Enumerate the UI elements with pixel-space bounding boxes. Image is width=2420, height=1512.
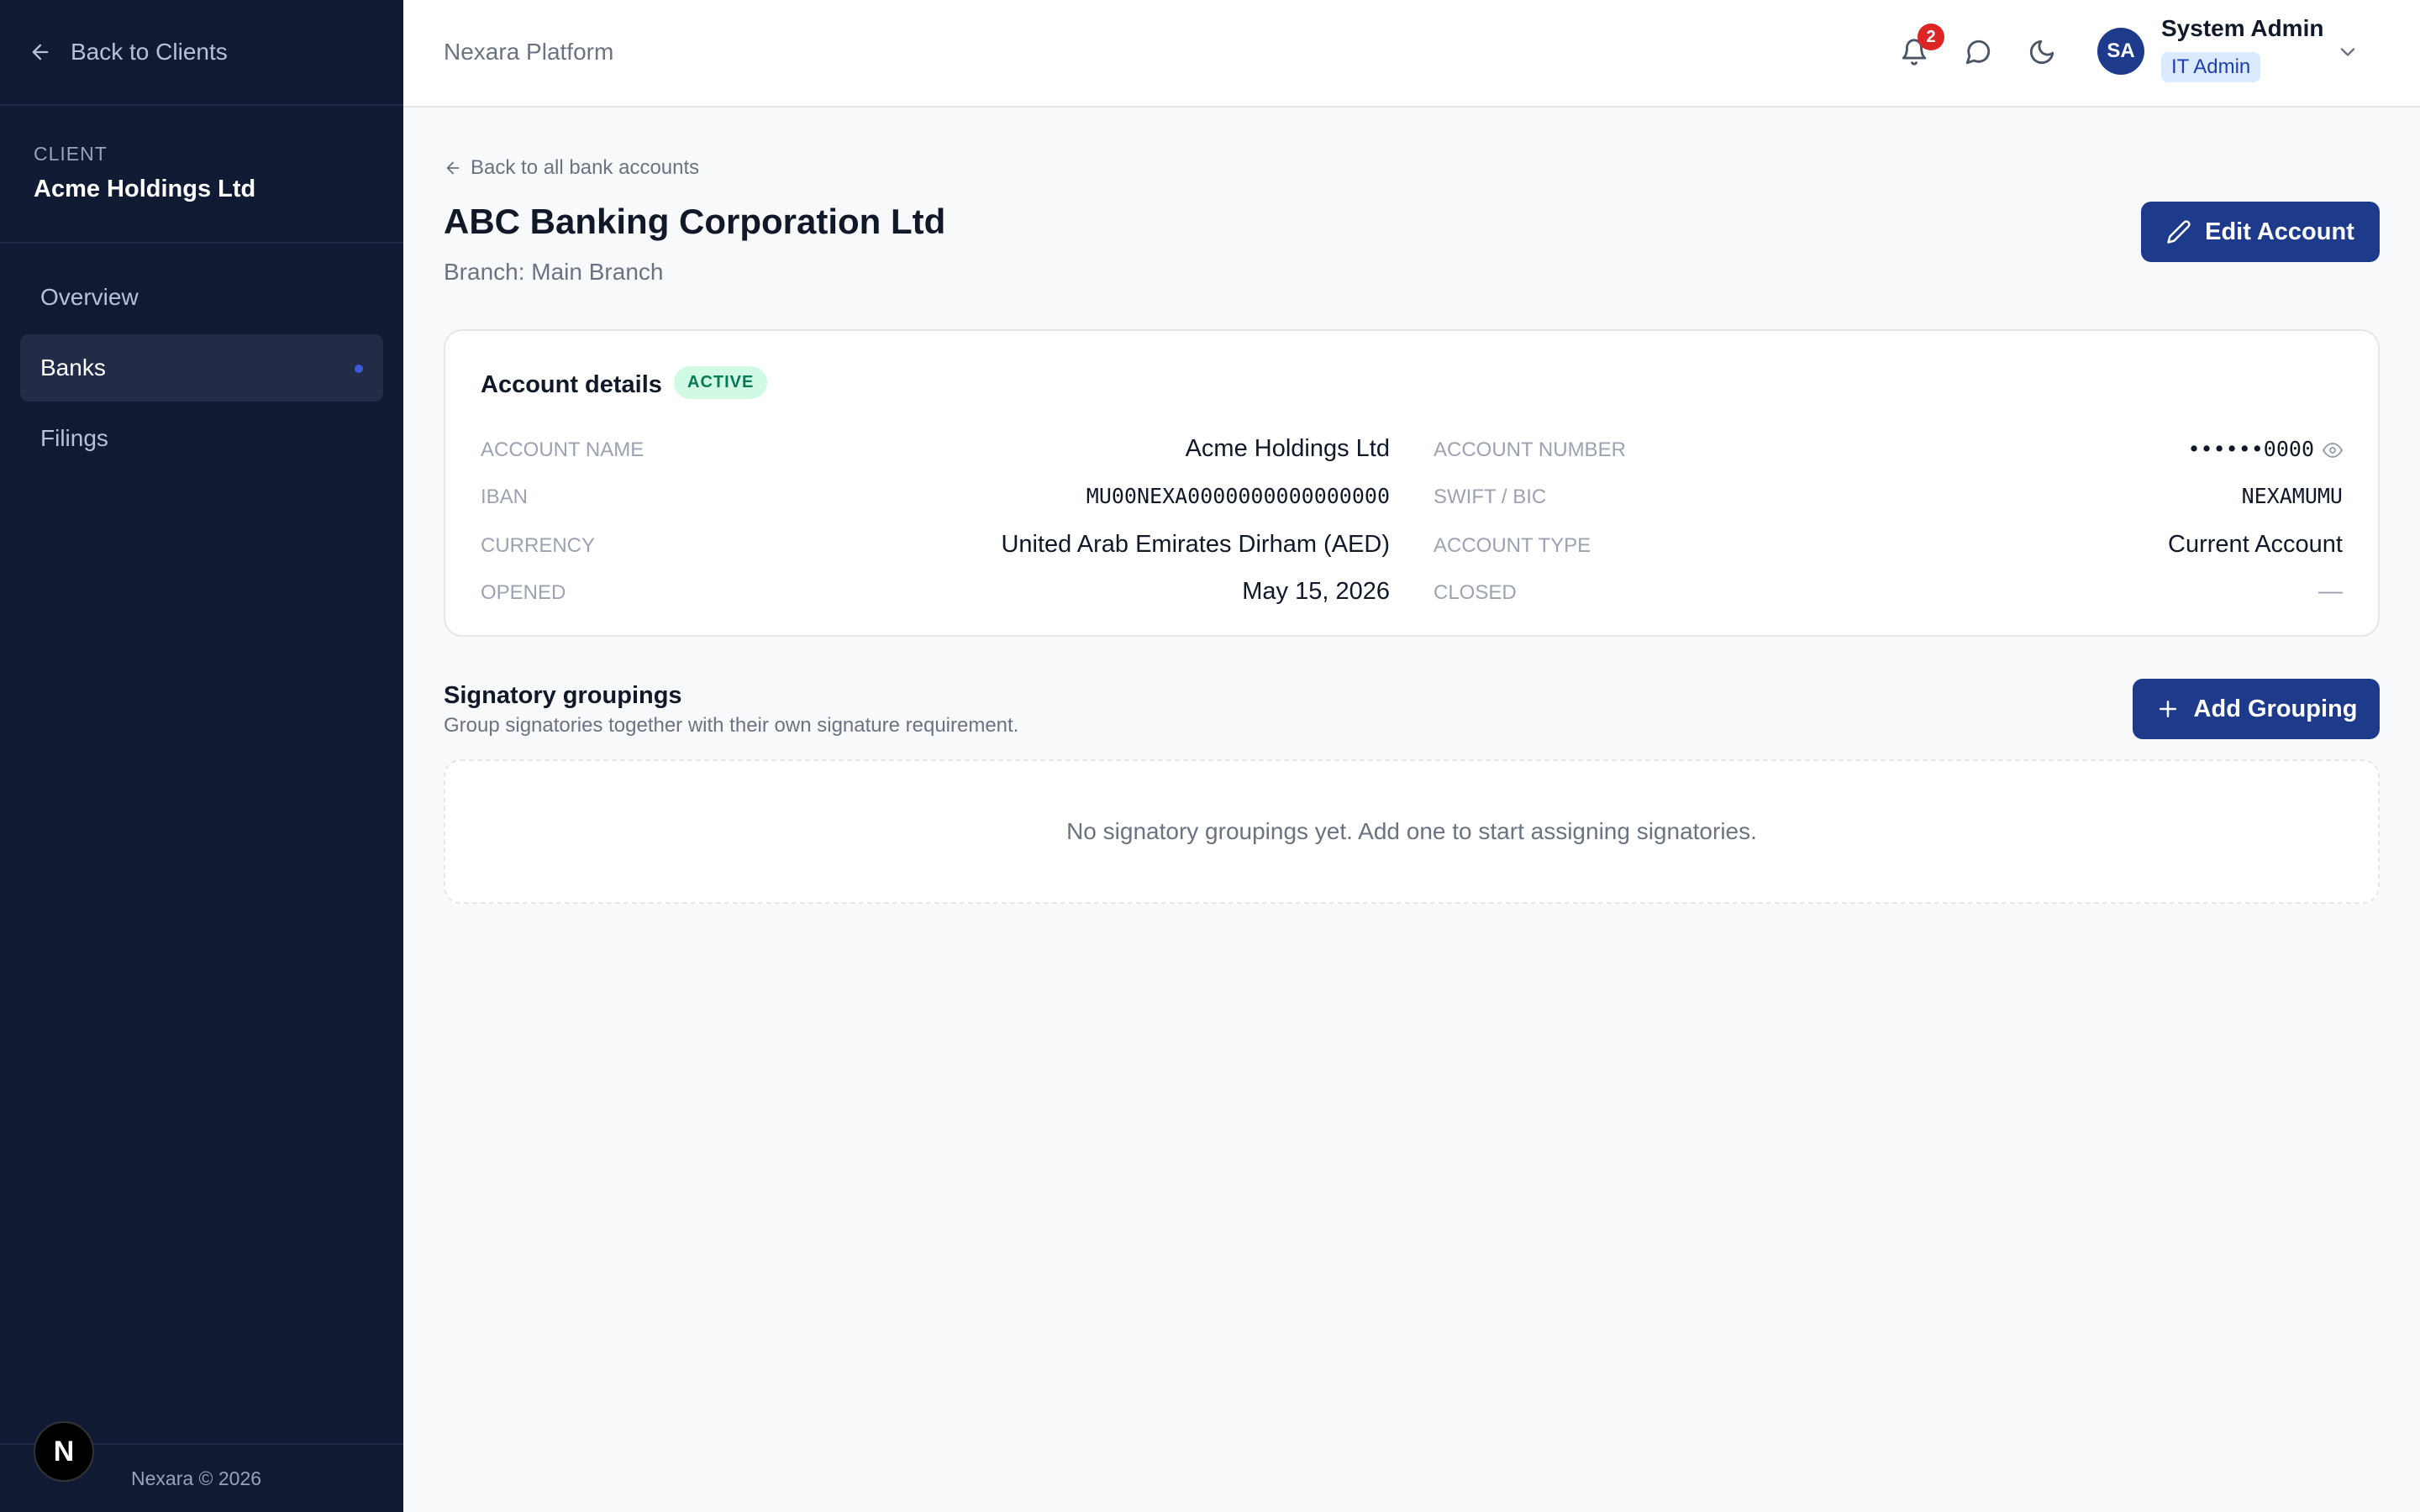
field-value: May 15, 2026 [1242,578,1390,605]
field-label: ACCOUNT TYPE [1434,534,1591,557]
add-grouping-button[interactable]: Add Grouping [2133,679,2380,739]
account-number-value: ••••••0000 [2187,437,2343,461]
active-indicator-dot [355,365,363,373]
field-label: IBAN [481,486,529,508]
user-avatar[interactable]: SA [2097,28,2144,75]
signatory-groupings-subtitle: Group signatories together with their ow… [444,714,1019,737]
field-label: OPENED [481,581,566,604]
eye-icon[interactable] [2323,440,2343,460]
pencil-icon [2167,220,2191,244]
field-value: Current Account [2168,531,2343,558]
field-value: — [2318,578,2343,605]
page-title: ABC Banking Corporation Ltd [444,202,946,241]
field-label: ACCOUNT NAME [481,438,644,461]
edit-account-button[interactable]: Edit Account [2141,202,2380,262]
sidebar-item-overview[interactable]: Overview [20,264,383,331]
footer-copyright: Nexara © 2026 [131,1467,262,1489]
top-header: Nexara Platform 2 SA System Admin IT Adm… [403,0,2420,108]
message-circle-icon [1965,39,1991,65]
platform-brand: Nexara Platform [444,39,614,65]
sidebar-item-filings[interactable]: Filings [20,405,383,472]
plus-icon [2159,701,2176,717]
sidebar: Back to Clients CLIENT Acme Holdings Ltd… [0,0,403,1512]
account-details-title: Account details [481,371,662,398]
field-label: CLOSED [1434,581,1517,604]
client-name: Acme Holdings Ltd [34,176,256,202]
field-value: Acme Holdings Ltd [1185,435,1390,462]
back-to-clients-link[interactable]: Back to Clients [0,0,403,106]
field-label: SWIFT / BIC [1434,486,1547,508]
signatory-empty-state: No signatory groupings yet. Add one to s… [444,759,2380,904]
signatory-groupings-title: Signatory groupings [444,682,682,709]
sidebar-item-label: Overview [40,284,139,310]
add-grouping-label: Add Grouping [2193,695,2358,722]
user-role-badge: IT Admin [2161,52,2261,82]
chevron-down-icon[interactable] [2336,40,2360,64]
field-value: ••••••0000 [2187,437,2314,461]
page-subtitle: Branch: Main Branch [444,259,664,285]
field-value: NEXAMUMU [2241,484,2343,508]
back-link-label: Back to all bank accounts [471,156,700,179]
notification-count-badge: 2 [1918,24,1944,50]
field-label: CURRENCY [481,534,596,557]
sidebar-item-label: Filings [40,425,108,451]
user-name: System Admin [2161,15,2324,41]
notifications-button[interactable]: 2 [1897,24,1944,69]
account-details-card: Account details ACTIVE ACCOUNT NAME Acme… [444,329,2380,637]
sidebar-item-label: Banks [40,354,106,381]
client-label: CLIENT [34,143,108,165]
back-to-bank-accounts-link[interactable]: Back to all bank accounts [444,156,699,180]
arrow-left-icon [32,44,49,60]
status-badge: ACTIVE [674,366,768,399]
empty-state-text: No signatory groupings yet. Add one to s… [1066,818,1757,844]
arrow-left-icon [446,161,460,175]
nexara-logo-icon[interactable]: N [34,1421,94,1482]
moon-icon [2029,39,2054,65]
sidebar-nav: Overview Banks Filings [0,244,403,496]
field-value: United Arab Emirates Dirham (AED) [1001,531,1390,558]
sidebar-item-banks[interactable]: Banks [20,334,383,402]
edit-account-label: Edit Account [2205,218,2354,245]
theme-toggle-button[interactable] [2025,35,2059,69]
back-to-clients-label: Back to Clients [71,39,228,65]
field-label: ACCOUNT NUMBER [1434,438,1626,461]
field-value: MU00NEXA0000000000000000 [1086,484,1390,508]
messages-button[interactable] [1961,35,1995,69]
client-info: CLIENT Acme Holdings Ltd [0,106,403,244]
